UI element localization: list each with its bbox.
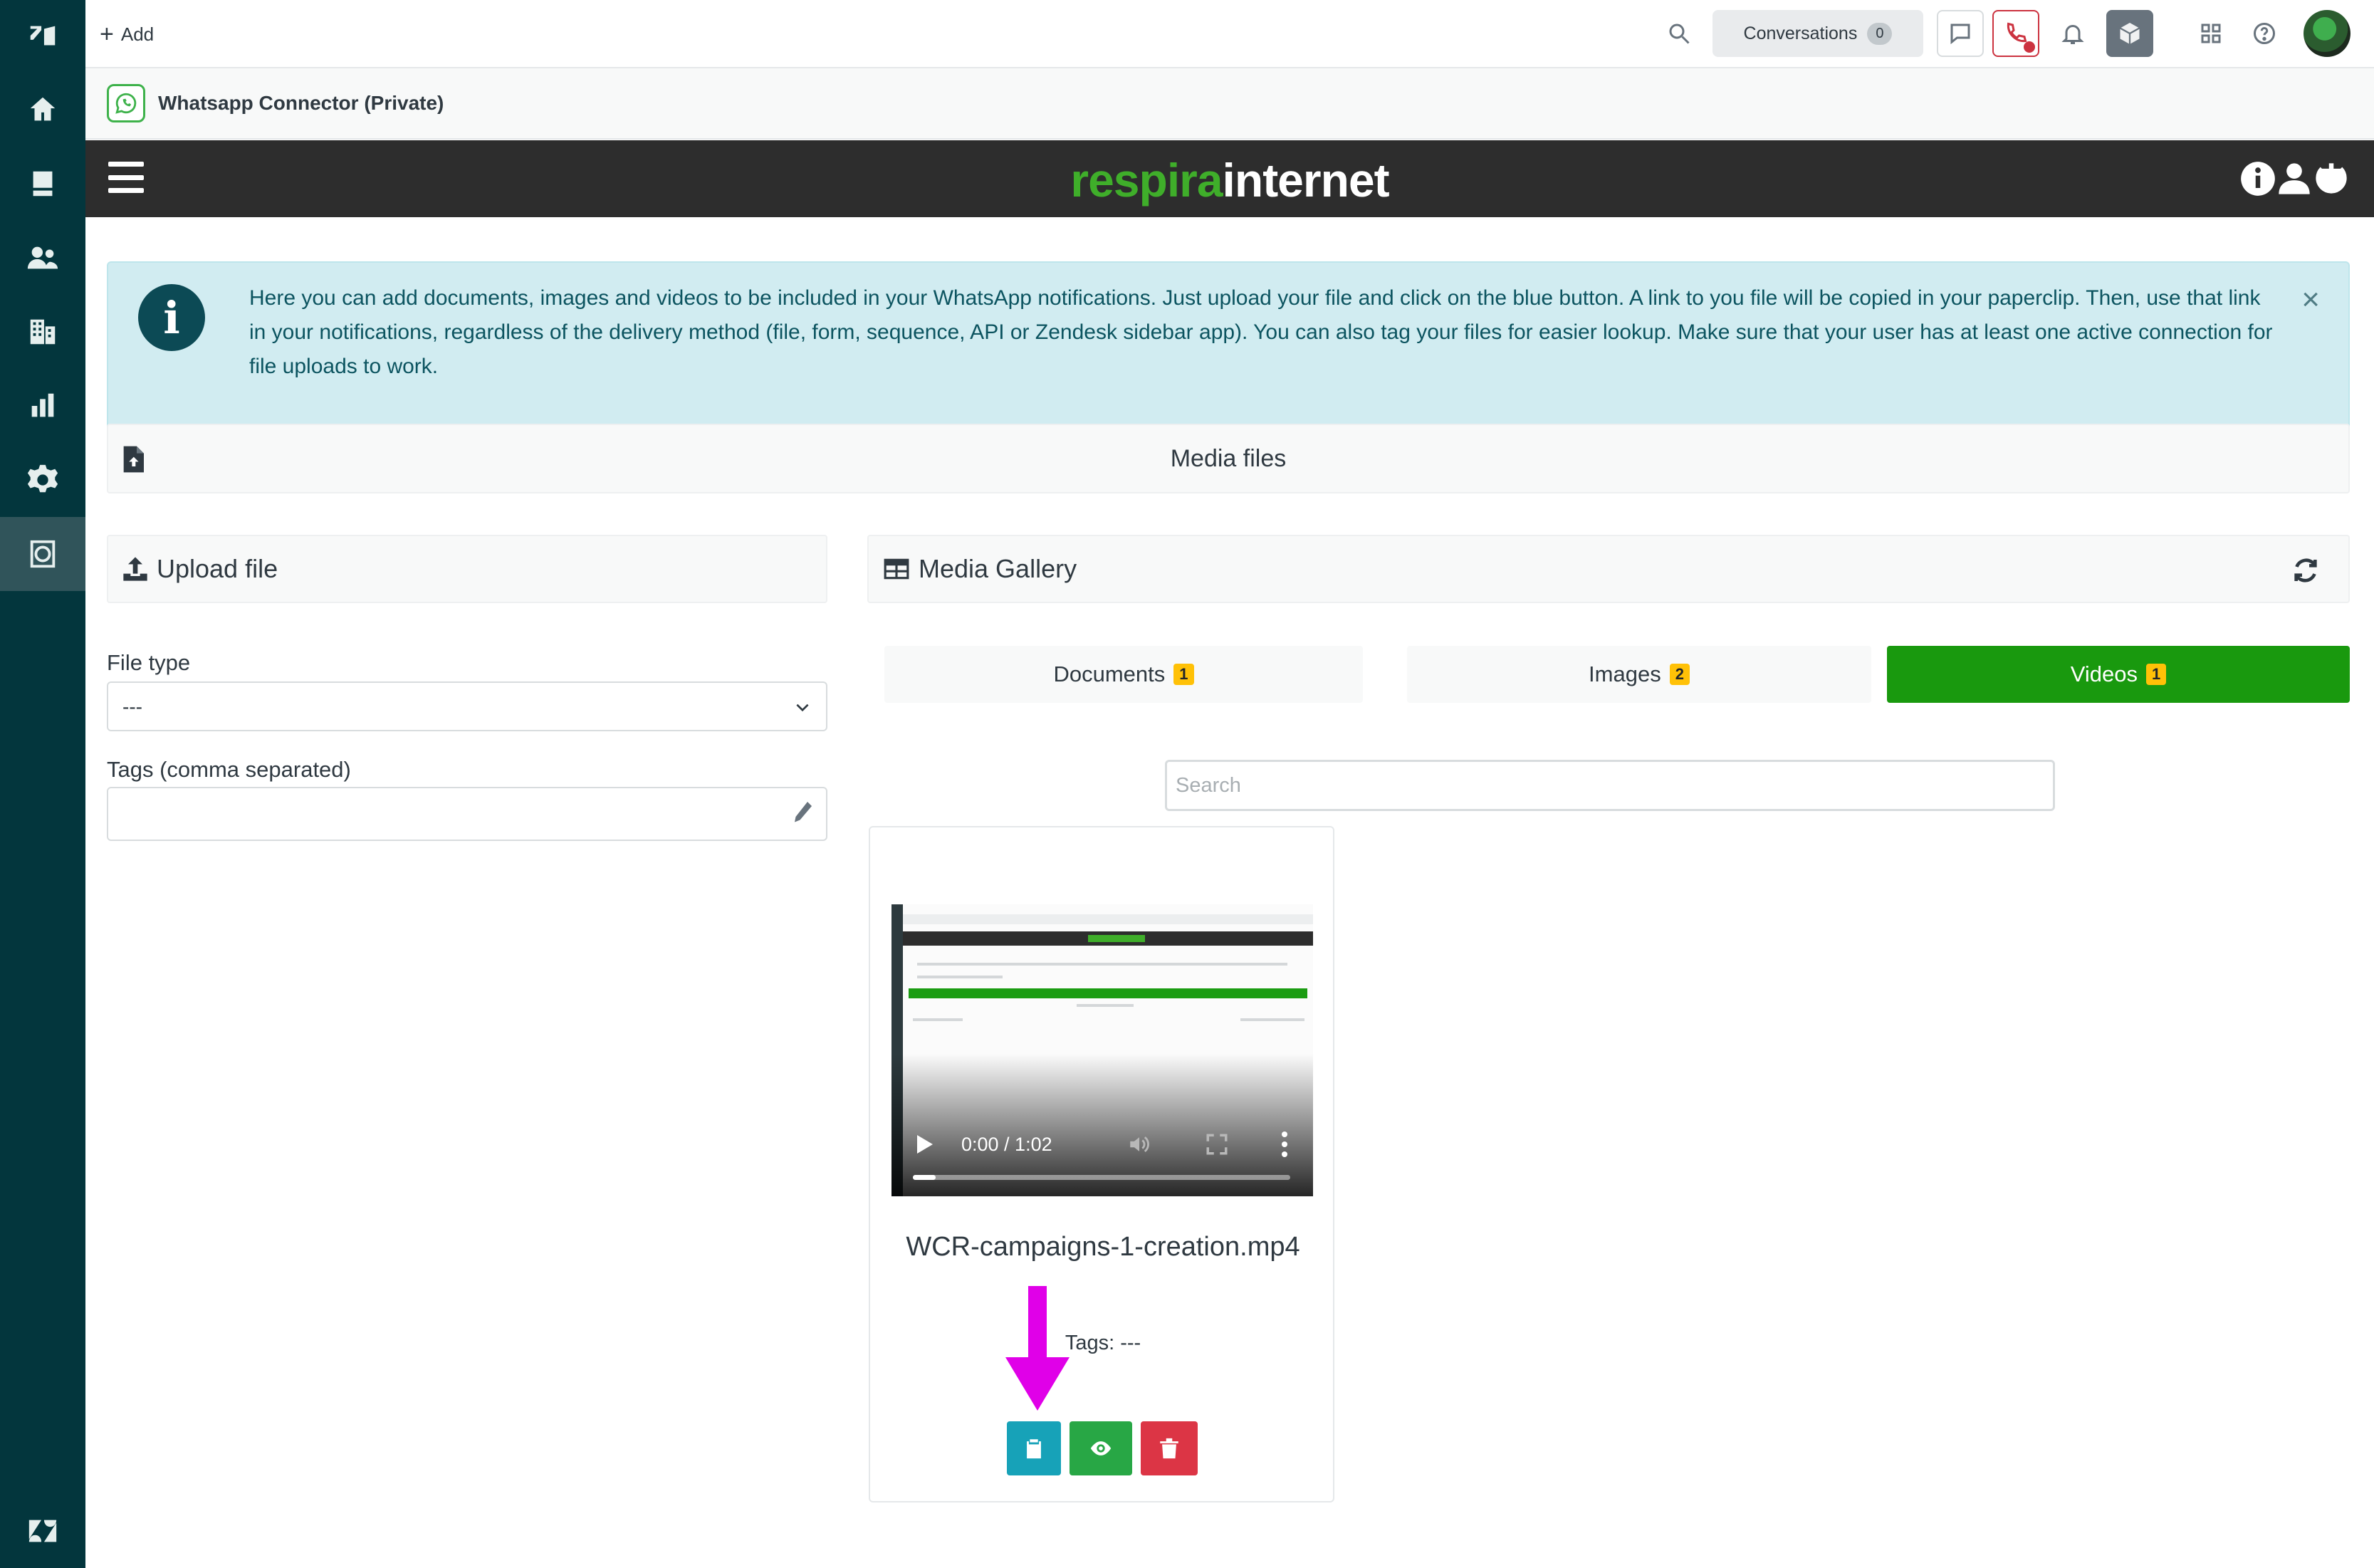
play-icon[interactable]	[917, 1135, 933, 1154]
power-icon[interactable]	[2313, 160, 2350, 197]
search-icon[interactable]	[1656, 10, 1703, 57]
tab-videos[interactable]: Videos 1	[1887, 646, 2350, 703]
brand-bar: respirainternet	[85, 140, 2374, 217]
whatsapp-logo-icon	[107, 84, 145, 122]
conversations-count-badge: 0	[1867, 22, 1893, 45]
reporting-icon[interactable]	[0, 369, 85, 443]
organizations-icon[interactable]	[0, 295, 85, 369]
info-icon: i	[138, 284, 205, 351]
add-button[interactable]: + Add	[100, 19, 154, 50]
info-circle-icon[interactable]	[2239, 160, 2276, 197]
trash-icon	[1160, 1438, 1178, 1459]
customers-icon[interactable]	[0, 221, 85, 295]
brand-logo-part2: internet	[1222, 154, 1390, 207]
video-progress-bar[interactable]	[913, 1175, 1290, 1180]
help-icon[interactable]	[2241, 10, 2288, 57]
home-icon[interactable]	[0, 73, 85, 147]
media-files-header: Media files	[107, 424, 2350, 493]
copy-link-button[interactable]	[1007, 1421, 1061, 1475]
phone-alert-dot	[2024, 41, 2035, 53]
tab-documents-count: 1	[1173, 664, 1194, 685]
apps-grid-icon[interactable]	[2187, 10, 2234, 57]
eye-icon	[1090, 1441, 1112, 1455]
file-type-select[interactable]: ---	[107, 681, 827, 731]
conversations-button[interactable]: Conversations 0	[1712, 10, 1923, 57]
phone-icon[interactable]	[1992, 10, 2039, 57]
brand-logo: respirainternet	[85, 153, 2374, 207]
cube-app-icon[interactable]	[2106, 10, 2153, 57]
main-content: i Here you can add documents, images and…	[85, 217, 2374, 1568]
video-card: 0:00 / 1:02 WCR-campaigns-1-creation.mp4…	[869, 826, 1334, 1502]
table-grid-icon	[884, 558, 909, 580]
clipboard-icon	[1027, 1439, 1041, 1459]
video-time: 0:00 / 1:02	[961, 1134, 1052, 1155]
more-options-icon[interactable]	[1280, 1131, 1289, 1158]
tab-images-label: Images	[1589, 662, 1661, 686]
annotation-arrow-icon	[1005, 1286, 1070, 1411]
media-gallery-title: Media Gallery	[919, 554, 1077, 583]
user-avatar[interactable]	[2304, 10, 2351, 57]
chevron-down-icon	[796, 704, 809, 712]
upload-file-panel: Upload file	[107, 535, 827, 603]
tab-videos-count: 1	[2145, 664, 2167, 685]
file-type-value: ---	[122, 696, 142, 718]
tab-documents-label: Documents	[1053, 662, 1166, 686]
tags-input[interactable]	[107, 787, 827, 841]
zendesk-logo-icon[interactable]	[0, 0, 85, 74]
upload-file-title: Upload file	[157, 554, 278, 583]
tab-images[interactable]: Images 2	[1407, 646, 1871, 703]
video-player[interactable]: 0:00 / 1:02	[891, 904, 1313, 1196]
whatsapp-app-icon[interactable]	[0, 517, 85, 591]
zendesk-mark-icon[interactable]	[0, 1494, 85, 1568]
delete-button[interactable]	[1141, 1421, 1198, 1475]
gear-icon[interactable]	[0, 443, 85, 517]
info-alert-text: Here you can add documents, images and v…	[249, 286, 2273, 378]
volume-icon[interactable]	[1126, 1132, 1152, 1156]
search-input[interactable]	[1165, 760, 2055, 811]
fullscreen-icon[interactable]	[1205, 1132, 1229, 1156]
video-progress-fill	[913, 1175, 936, 1180]
left-nav-rail	[0, 0, 85, 1568]
video-filename: WCR-campaigns-1-creation.mp4	[906, 1232, 1300, 1262]
close-icon[interactable]: ×	[2301, 284, 2320, 315]
media-files-title: Media files	[1170, 445, 1287, 472]
top-bar: + Add Conversations 0	[85, 0, 2374, 68]
chat-icon[interactable]	[1937, 10, 1984, 57]
conversations-label: Conversations	[1743, 23, 1858, 43]
app-title: Whatsapp Connector (Private)	[158, 92, 444, 114]
views-icon[interactable]	[0, 147, 85, 221]
pencil-icon	[795, 802, 812, 822]
tab-documents[interactable]: Documents 1	[884, 646, 1363, 703]
tags-label: Tags (comma separated)	[107, 757, 351, 782]
upload-icon	[123, 557, 147, 581]
tab-images-count: 2	[1669, 664, 1690, 685]
video-tags: Tags: ---	[1065, 1332, 1141, 1354]
info-alert: i Here you can add documents, images and…	[107, 261, 2350, 444]
app-header: Whatsapp Connector (Private)	[85, 68, 2374, 140]
bell-icon[interactable]	[2049, 10, 2096, 57]
user-profile-icon[interactable]	[2276, 160, 2313, 197]
preview-button[interactable]	[1070, 1421, 1132, 1475]
brand-logo-part1: respira	[1070, 154, 1223, 207]
file-type-label: File type	[107, 650, 191, 675]
add-label: Add	[120, 23, 155, 45]
media-gallery-panel: Media Gallery	[867, 535, 2350, 603]
tab-videos-label: Videos	[2070, 662, 2138, 686]
plus-icon: +	[100, 21, 114, 48]
refresh-icon[interactable]	[2291, 556, 2320, 585]
